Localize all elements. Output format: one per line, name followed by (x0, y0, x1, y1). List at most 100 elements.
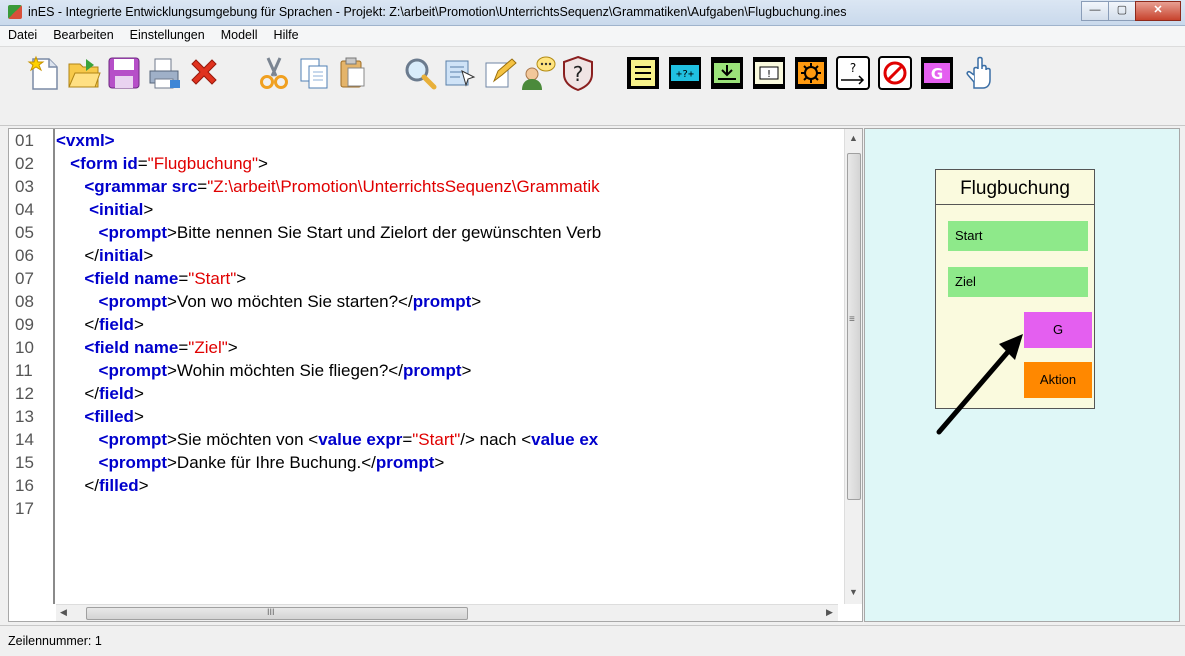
paste-icon[interactable] (334, 55, 370, 91)
toolbar: ? +?+ ! ? G (0, 47, 1185, 126)
code-tag: <prompt (98, 453, 167, 472)
scroll-left-arrow-icon[interactable]: ◀ (60, 607, 67, 618)
block-element-icon[interactable]: ! (751, 55, 787, 91)
menu-modell[interactable]: Modell (213, 26, 266, 46)
insert-element-icon[interactable] (709, 55, 745, 91)
vertical-scroll-thumb[interactable]: ≡ (847, 153, 861, 500)
code-tag: <prompt (98, 430, 167, 449)
code-text: = (402, 430, 413, 449)
window-title: inES - Integrierte Entwicklungsumgebung … (28, 5, 847, 19)
code-tag: <grammar src (84, 177, 198, 196)
user-chat-icon[interactable] (520, 55, 556, 91)
code-editor[interactable]: 01 02 03 04 05 06 07 08 09 10 11 12 13 14 15 16 17 <vxml… (8, 128, 863, 622)
menu-bar: Datei Bearbeiten Einstellungen Modell Hi… (0, 26, 1185, 47)
code-line[interactable]: </field> (56, 313, 838, 336)
code-text: > (138, 476, 149, 495)
pointer-hand-icon[interactable] (962, 55, 998, 91)
status-line-number: Zeilennummer: 1 (8, 634, 102, 648)
code-text: </ (84, 315, 99, 334)
form-element-icon[interactable] (625, 55, 661, 91)
code-line[interactable]: </field> (56, 382, 838, 405)
line-number: 02 (15, 154, 34, 173)
code-tag: field (99, 315, 134, 334)
line-number-gutter: 01 02 03 04 05 06 07 08 09 10 11 12 13 14 15 16 17 (9, 129, 55, 604)
line-number: 05 (15, 223, 34, 242)
input-element-icon[interactable]: +?+ (667, 55, 703, 91)
menu-einstellungen[interactable]: Einstellungen (122, 26, 213, 46)
code-tag: filled (99, 476, 139, 495)
edit-icon[interactable] (482, 55, 518, 91)
gear-element-icon[interactable] (793, 55, 829, 91)
line-number: 04 (15, 200, 34, 219)
open-folder-icon[interactable] (66, 55, 102, 91)
delete-icon[interactable] (186, 55, 222, 91)
scroll-up-arrow-icon[interactable]: ▲ (849, 133, 858, 143)
code-area[interactable]: <vxml> <form id="Flugbuchung"> <grammar … (56, 129, 838, 604)
print-icon[interactable] (146, 55, 182, 91)
code-line[interactable]: <prompt>Danke für Ihre Buchung.</prompt> (56, 451, 838, 474)
horizontal-scroll-thumb[interactable]: III (86, 607, 468, 620)
code-line[interactable]: <prompt>Wohin möchten Sie fliegen?</prom… (56, 359, 838, 382)
code-tag: <vxml> (56, 131, 115, 150)
code-line[interactable]: <vxml> (56, 129, 838, 152)
code-text: /> nach < (460, 430, 532, 449)
cancel-element-icon[interactable] (877, 55, 913, 91)
code-tag: <filled (84, 407, 134, 426)
new-file-icon[interactable] (26, 55, 62, 91)
close-button[interactable]: ✕ (1135, 1, 1181, 21)
code-line[interactable]: <prompt>Bitte nennen Sie Start und Zielo… (56, 221, 838, 244)
code-line[interactable]: </initial> (56, 244, 838, 267)
menu-datei[interactable]: Datei (0, 26, 45, 46)
field-node-ziel[interactable]: Ziel (948, 267, 1088, 297)
scroll-right-arrow-icon[interactable]: ▶ (826, 607, 833, 618)
code-line[interactable]: <initial> (56, 198, 838, 221)
line-number: 14 (15, 430, 34, 449)
line-number: 12 (15, 384, 34, 403)
code-line[interactable]: <prompt>Von wo möchten Sie starten?</pro… (56, 290, 838, 313)
svg-text:?: ? (573, 62, 584, 86)
horizontal-scrollbar[interactable]: ◀ III ▶ (56, 604, 838, 621)
code-line[interactable]: </filled> (56, 474, 838, 497)
code-line[interactable] (56, 497, 838, 520)
code-text: </ (84, 384, 99, 403)
code-line[interactable]: <field name="Ziel"> (56, 336, 838, 359)
diagram-panel[interactable]: Flugbuchung Start Ziel G Aktion (864, 128, 1180, 622)
menu-bearbeiten[interactable]: Bearbeiten (45, 26, 121, 46)
code-tag: value expr (318, 430, 403, 449)
grammar-element-icon[interactable]: G (919, 55, 955, 91)
code-text: > (133, 407, 144, 426)
minimize-button[interactable]: — (1081, 1, 1109, 21)
code-line[interactable]: <grammar src="Z:\arbeit\Promotion\Unterr… (56, 175, 838, 198)
code-line[interactable]: <filled> (56, 405, 838, 428)
code-line[interactable]: <form id="Flugbuchung"> (56, 152, 838, 175)
menu-hilfe[interactable]: Hilfe (266, 26, 307, 46)
copy-icon[interactable] (296, 55, 332, 91)
code-text: > (471, 292, 482, 311)
save-icon[interactable] (106, 55, 142, 91)
line-number: 10 (15, 338, 34, 357)
pointer-arrow-icon (936, 334, 1023, 435)
line-number: 01 (15, 131, 34, 150)
maximize-button[interactable]: ▢ (1108, 1, 1136, 21)
select-icon[interactable] (442, 55, 478, 91)
search-icon[interactable] (402, 55, 438, 91)
form-node-title: Flugbuchung (936, 178, 1094, 205)
code-line[interactable]: <field name="Start"> (56, 267, 838, 290)
line-number: 11 (15, 361, 33, 380)
window-controls: — ▢ ✕ (1081, 1, 1181, 21)
code-line[interactable]: <prompt>Sie möchten von <value expr="Sta… (56, 428, 838, 451)
help-icon[interactable]: ? (560, 55, 596, 91)
scroll-down-arrow-icon[interactable]: ▼ (849, 587, 858, 597)
hscroll-grip-icon: III (267, 607, 275, 617)
field-node-start[interactable]: Start (948, 221, 1088, 251)
prompt-element-icon[interactable]: ? (835, 55, 871, 91)
vertical-scrollbar[interactable]: ▲ ≡ ▼ (844, 129, 862, 604)
cut-icon[interactable] (256, 55, 292, 91)
